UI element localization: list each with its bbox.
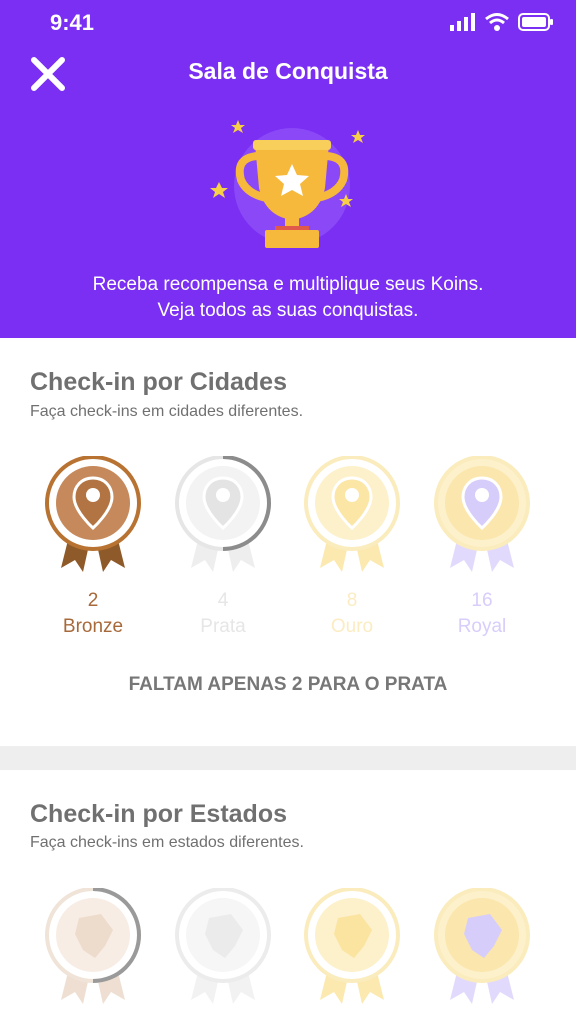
state-medal-bronze[interactable] <box>43 888 143 1008</box>
status-time: 9:41 <box>50 10 95 35</box>
remaining-text: FALTAM APENAS 2 PARA O PRATA <box>128 674 448 695</box>
medal-prata[interactable] <box>173 456 273 576</box>
medal-count-royal: 16 <box>471 590 493 611</box>
medal-label-prata: Prata <box>200 616 246 637</box>
cities-title: Check-in por Cidades <box>30 368 287 396</box>
battery-icon <box>518 13 553 31</box>
medal-bronze[interactable] <box>43 456 143 576</box>
medal-label-ouro: Ouro <box>330 616 374 637</box>
signal-icon <box>450 13 475 31</box>
wifi-icon <box>485 13 509 31</box>
medal-ouro[interactable] <box>302 456 402 576</box>
header: 9:41 Sala de Conquista Receba recompensa… <box>0 0 576 338</box>
cities-section: Check-in por Cidades Faça check-ins em c… <box>0 338 576 746</box>
cities-description: Faça check-ins em cidades diferentes. <box>30 403 304 420</box>
states-description: Faça check-ins em estados diferentes. <box>30 834 304 851</box>
medal-label-bronze: Bronze <box>62 616 124 637</box>
states-section: Check-in por Estados Faça check-ins em e… <box>0 770 576 1024</box>
subtitle-line-1: Receba recompensa e multiplique seus Koi… <box>92 274 484 295</box>
medal-royal[interactable] <box>432 456 532 576</box>
status-icons <box>450 12 554 32</box>
trophy-icon <box>210 120 365 248</box>
medal-count-prata: 4 <box>217 590 229 611</box>
medal-count-bronze: 2 <box>87 590 99 611</box>
page-title: Sala de Conquista <box>188 58 388 84</box>
state-medal-ouro[interactable] <box>302 888 402 1008</box>
states-title: Check-in por Estados <box>30 800 287 828</box>
state-medal-royal[interactable] <box>432 888 532 1008</box>
medal-label-royal: Royal <box>457 616 507 637</box>
status-bar: 9:41 <box>0 0 576 48</box>
subtitle-line-2: Veja todos as suas conquistas. <box>157 300 419 321</box>
header-subtitle: Receba recompensa e multiplique seus Koi… <box>0 272 576 324</box>
state-medal-prata[interactable] <box>173 888 273 1008</box>
section-divider <box>0 746 576 770</box>
medal-count-ouro: 8 <box>346 590 358 611</box>
